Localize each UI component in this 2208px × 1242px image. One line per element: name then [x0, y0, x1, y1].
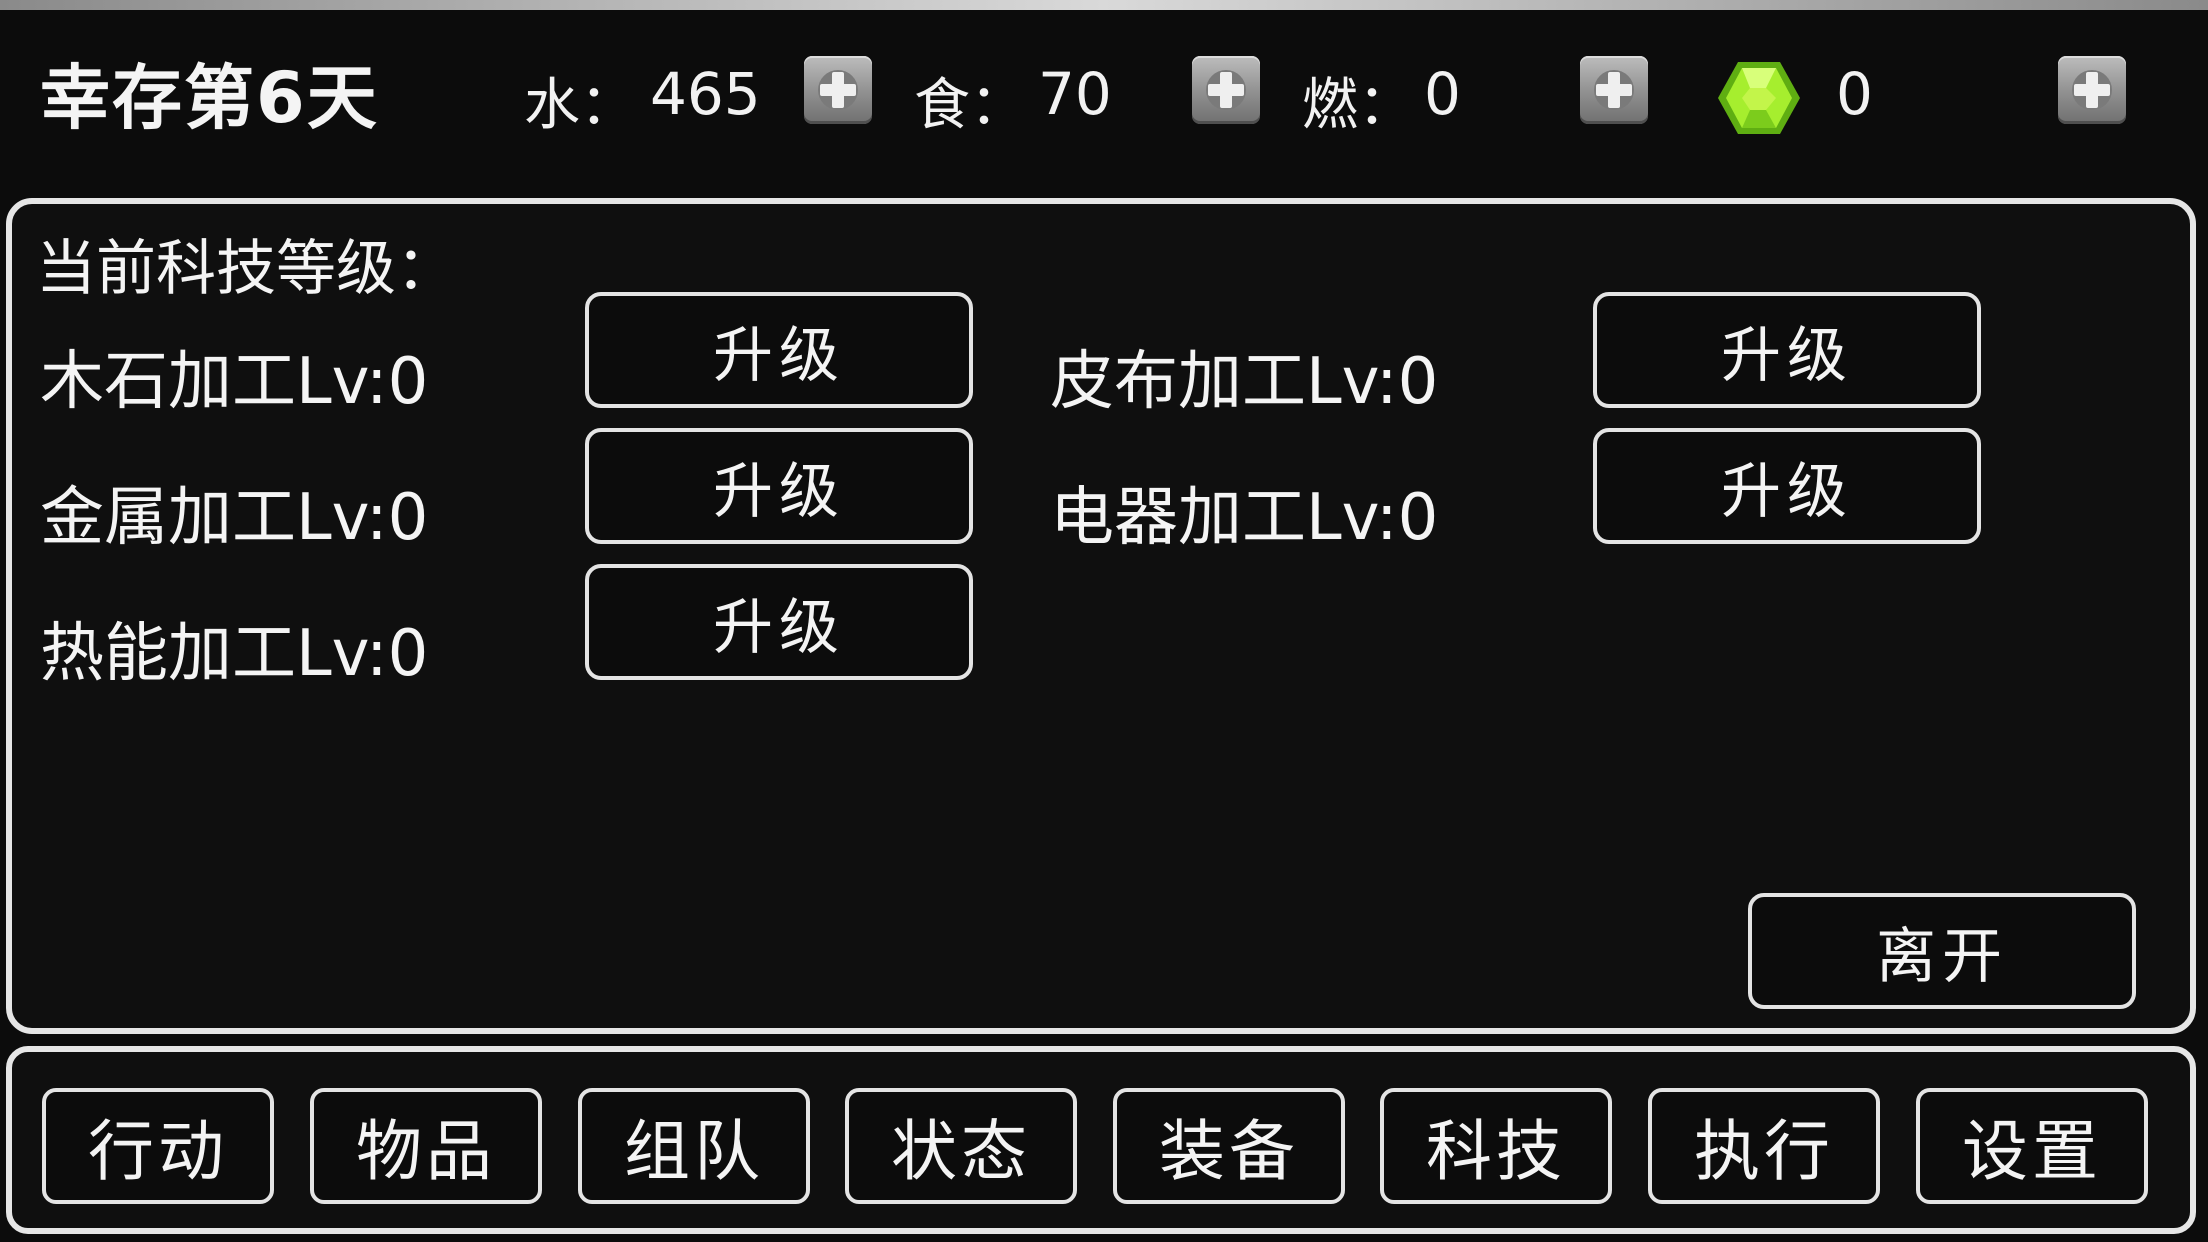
add-gem-button[interactable]: [2058, 56, 2126, 124]
water-label: 水：: [524, 73, 636, 138]
nav-items-button[interactable]: 物品: [310, 1088, 542, 1204]
upgrade-electrical-button[interactable]: 升级: [1593, 428, 1981, 544]
upgrade-leather-cloth-button[interactable]: 升级: [1593, 292, 1981, 408]
plus-icon: [1206, 70, 1246, 110]
fuel-value: 0: [1424, 60, 1461, 128]
upgrade-wood-stone-button[interactable]: 升级: [585, 292, 973, 408]
top-border-stripe: [0, 0, 2208, 10]
nav-execute-button[interactable]: 执行: [1648, 1088, 1880, 1204]
leather-cloth-level-label: 皮布加工Lv:0: [1050, 345, 1439, 419]
gem-value: 0: [1836, 60, 1873, 128]
upgrade-metal-button[interactable]: 升级: [585, 428, 973, 544]
nav-action-button[interactable]: 行动: [42, 1088, 274, 1204]
upgrade-thermal-button[interactable]: 升级: [585, 564, 973, 680]
game-screen: 幸存第6天 水： 465 食： 70 燃： 0 0 当前科技等级： 木石加工Lv…: [0, 0, 2208, 1242]
food-value: 70: [1038, 60, 1112, 128]
nav-tech-button[interactable]: 科技: [1380, 1088, 1612, 1204]
plus-icon: [2072, 70, 2112, 110]
thermal-level-label: 热能加工Lv:0: [40, 617, 429, 691]
add-food-button[interactable]: [1192, 56, 1260, 124]
nav-settings-button[interactable]: 设置: [1916, 1088, 2148, 1204]
plus-icon: [1594, 70, 1634, 110]
metal-level-label: 金属加工Lv:0: [40, 481, 429, 555]
nav-equipment-button[interactable]: 装备: [1113, 1088, 1345, 1204]
wood-stone-level-label: 木石加工Lv:0: [40, 345, 429, 419]
add-water-button[interactable]: [804, 56, 872, 124]
fuel-label: 燃：: [1302, 73, 1414, 138]
nav-team-button[interactable]: 组队: [578, 1088, 810, 1204]
add-fuel-button[interactable]: [1580, 56, 1648, 124]
day-counter-title: 幸存第6天: [40, 57, 379, 139]
plus-icon: [818, 70, 858, 110]
leave-button[interactable]: 离开: [1748, 893, 2136, 1009]
water-value: 465: [650, 60, 761, 128]
nav-status-button[interactable]: 状态: [845, 1088, 1077, 1204]
food-label: 食：: [914, 73, 1026, 138]
green-gem-icon: [1718, 62, 1800, 134]
tech-panel-title: 当前科技等级：: [36, 234, 456, 304]
electrical-level-label: 电器加工Lv:0: [1050, 481, 1439, 555]
